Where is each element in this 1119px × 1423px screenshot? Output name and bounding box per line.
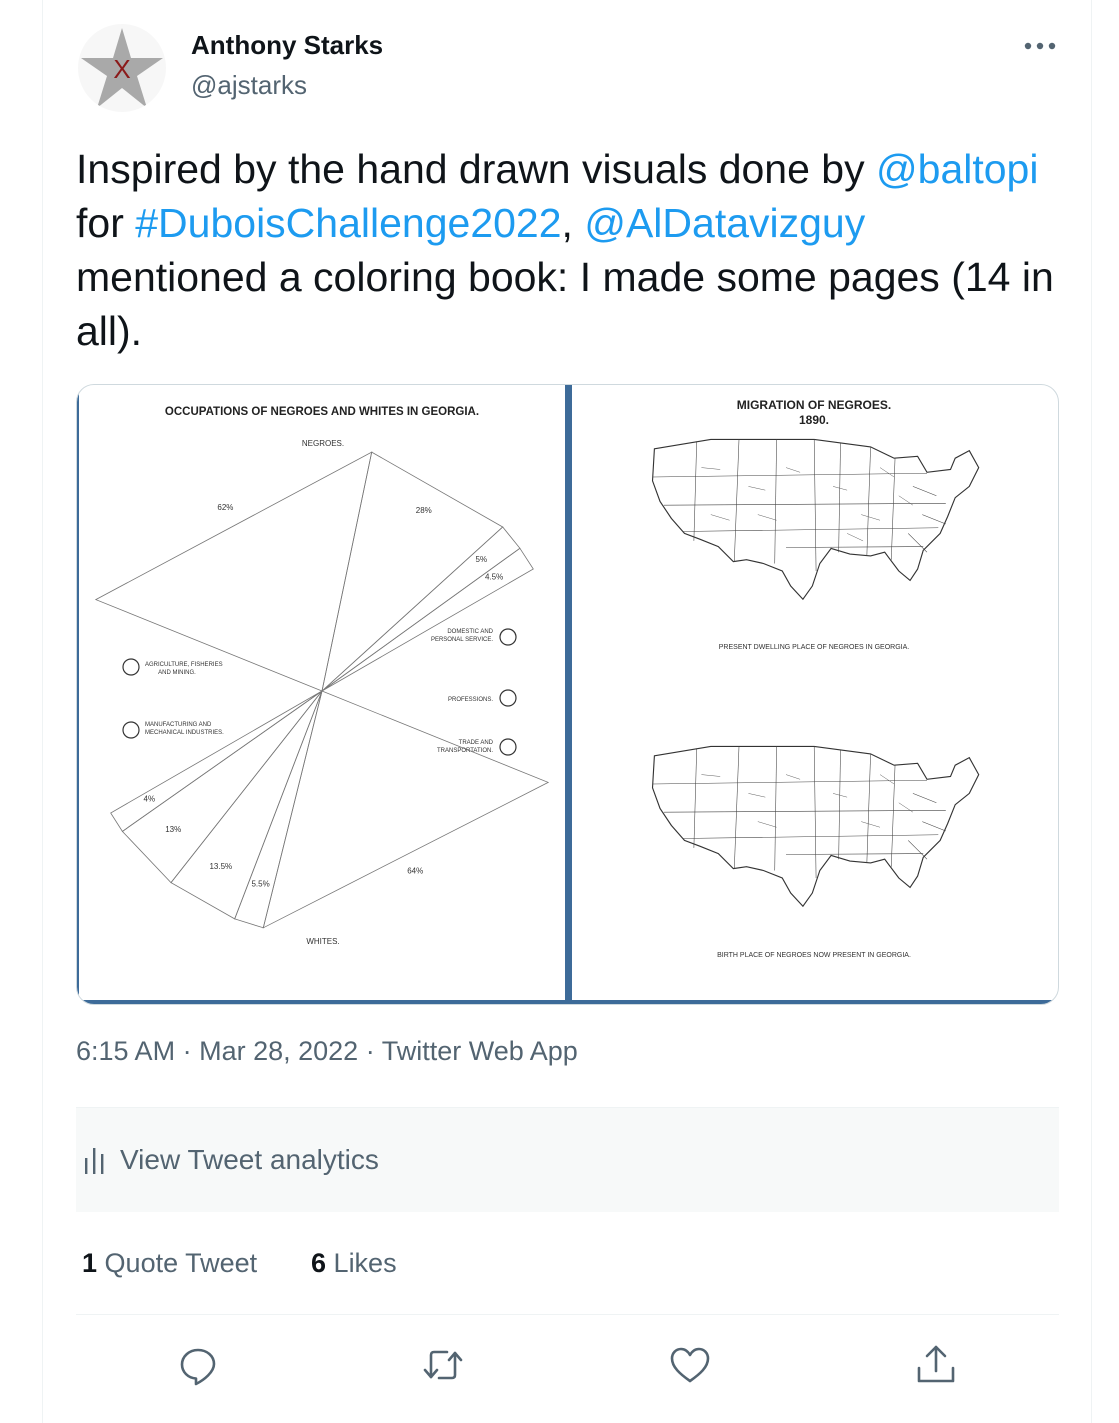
analytics-icon (85, 1148, 104, 1174)
fan-wedge-0-2 (321, 526, 521, 692)
legend-professions-line1: PROFESSIONS. (448, 697, 493, 703)
legend-trade: TRADE AND TRANSPORTATION. (437, 738, 517, 756)
legend-professions: PROFESSIONS. (448, 689, 517, 707)
tweet-text: Inspired by the hand drawn visuals done … (76, 142, 1066, 358)
meta-separator: · (182, 1036, 192, 1066)
tweet-date: Mar 28, 2022 (199, 1036, 359, 1066)
fan-wedge-1-1 (234, 690, 323, 929)
legend-trade-line2: TRANSPORTATION. (437, 748, 493, 754)
hashtag-link[interactable]: #DuboisChallenge2022 (135, 200, 561, 246)
chart-bottom-label: WHITES. (306, 937, 339, 946)
author-name[interactable]: Anthony Starks (191, 30, 383, 61)
view-analytics-button[interactable]: View Tweet analytics (76, 1107, 1059, 1212)
legend-domestic-line1: DOMESTIC AND (447, 629, 493, 635)
fan-label-0-2: 5% (476, 555, 488, 564)
tweet-time: 6:15 AM (76, 1036, 176, 1066)
tweet-media[interactable]: OCCUPATIONS OF NEGROES AND WHITES IN GEO… (76, 384, 1059, 1005)
reply-icon (180, 1348, 216, 1386)
fan-wedge-1-3 (121, 690, 323, 884)
retweet-icon (423, 1350, 463, 1380)
chart-title: OCCUPATIONS OF NEGROES AND WHITES IN GEO… (165, 406, 479, 418)
quote-count: 1 (82, 1248, 98, 1278)
fan-label-1-4: 4% (144, 794, 156, 803)
legend-agriculture: AGRICULTURE, FISHERIES AND MINING. (122, 658, 223, 676)
tweet-text-4: mentioned a coloring book: I made some p… (76, 254, 1054, 354)
like-count: 6 (311, 1248, 327, 1278)
like-button[interactable] (666, 1341, 714, 1389)
legend-manufacturing-line2: MECHANICAL INDUSTRIES. (145, 730, 224, 736)
fan-wedge-1-0 (262, 690, 550, 929)
legend-agriculture-line2: AND MINING. (158, 670, 196, 676)
author-handle[interactable]: @ajstarks (191, 70, 307, 101)
share-icon (917, 1345, 955, 1383)
map-dwelling-place (651, 438, 980, 601)
fan-wedge-1-4 (110, 690, 323, 832)
retweet-button[interactable] (419, 1341, 467, 1389)
map-caption-bottom: BIRTH PLACE OF NEGROES NOW PRESENT IN GE… (717, 952, 911, 959)
legend-manufacturing: MANUFACTURING AND MECHANICAL INDUSTRIES. (122, 721, 224, 739)
fan-wedge-0-1 (321, 451, 504, 693)
legend-domestic: DOMESTIC AND PERSONAL SERVICE. (431, 628, 517, 646)
more-button[interactable] (1020, 32, 1060, 60)
legend-trade-line1: TRADE AND (459, 740, 494, 746)
legend-manufacturing-line1: MANUFACTURING AND (145, 722, 212, 728)
more-icon (1024, 42, 1056, 50)
tweet-meta: 6:15 AM · Mar 28, 2022 · Twitter Web App (76, 1036, 578, 1067)
map-caption-top: PRESENT DWELLING PLACE OF NEGROES IN GEO… (719, 644, 910, 651)
likes-link[interactable]: 6 Likes (311, 1248, 397, 1279)
fan-label-0-3: 4.5% (485, 573, 503, 582)
map-title-line2: 1890. (799, 413, 829, 427)
legend-agriculture-line1: AGRICULTURE, FISHERIES (145, 662, 223, 668)
tweet-time-link[interactable]: 6:15 AM · Mar 28, 2022 (76, 1036, 358, 1066)
tweet-stats: 1 Quote Tweet 6 Likes (76, 1212, 1059, 1315)
fan-wedge-0-0 (94, 451, 373, 692)
fan-wedge-0-3 (321, 547, 534, 692)
tweet-text-3: , (561, 200, 585, 246)
fan-label-0-0: 62% (217, 503, 233, 512)
chart-top-label: NEGROES. (302, 439, 344, 448)
tweet-source-link[interactable]: Twitter Web App (382, 1036, 578, 1066)
quote-label: Quote Tweet (104, 1248, 258, 1278)
like-label: Likes (333, 1248, 397, 1278)
like-icon (670, 1347, 710, 1383)
fan-label-1-1: 5.5% (251, 880, 269, 889)
media-image: OCCUPATIONS OF NEGROES AND WHITES IN GEO… (77, 385, 1058, 1004)
map-title-line1: MIGRATION OF NEGROES. (737, 398, 891, 412)
mention-aldatavizguy-link[interactable]: @AlDatavizguy (584, 200, 865, 246)
fan-label-1-2: 13.5% (209, 862, 232, 871)
fan-label-0-1: 28% (416, 506, 432, 515)
mention-baltopi-link[interactable]: @baltopi (876, 146, 1038, 192)
share-button[interactable] (912, 1341, 960, 1389)
tweet-actions (76, 1315, 1059, 1415)
meta-separator: · (365, 1036, 375, 1066)
column-border-left (42, 0, 43, 1423)
star-icon: X (81, 28, 163, 108)
tweet-text-1: Inspired by the hand drawn visuals done … (76, 146, 877, 192)
tweet-text-2: for (76, 200, 136, 246)
fan-label-1-3: 13% (165, 825, 181, 834)
legend-domestic-line2: PERSONAL SERVICE. (431, 637, 493, 643)
reply-button[interactable] (174, 1341, 222, 1389)
quote-tweets-link[interactable]: 1 Quote Tweet (82, 1248, 257, 1279)
analytics-label: View Tweet analytics (120, 1144, 379, 1175)
column-border-right (1091, 0, 1092, 1423)
avatar[interactable]: X (78, 24, 166, 112)
fan-label-1-0: 64% (407, 867, 423, 876)
avatar-mark: X (113, 54, 130, 84)
map-birth-place (651, 745, 980, 908)
